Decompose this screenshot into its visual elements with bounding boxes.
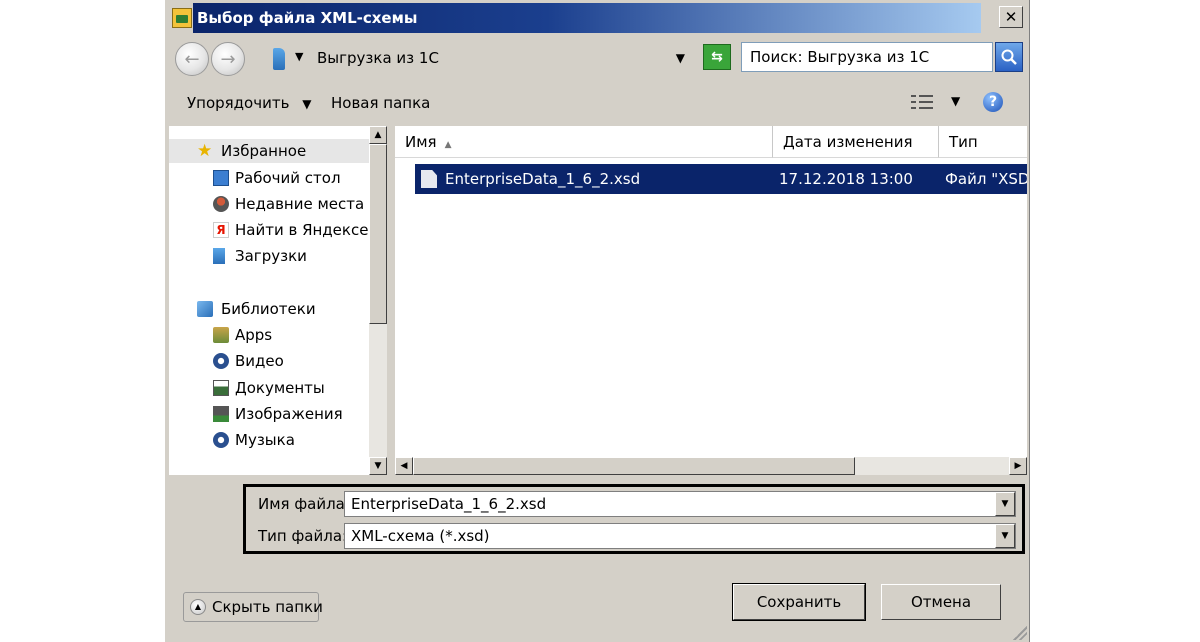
video-icon xyxy=(213,353,229,369)
scroll-down-icon[interactable]: ▼ xyxy=(369,457,387,475)
title-bar: Выбор файла XML-схемы ✕ xyxy=(165,0,1029,36)
address-row: ← → ▼ Выгрузка из 1С ▼ ⇆ Поиск: Выгрузка… xyxy=(165,36,1029,80)
refresh-button[interactable]: ⇆ xyxy=(703,44,731,70)
organize-dropdown-icon: ▼ xyxy=(302,97,312,111)
apps-icon xyxy=(213,327,229,343)
xsd-file-icon xyxy=(421,170,437,188)
table-row[interactable]: EnterpriseData_1_6_2.xsd 17.12.2018 13:0… xyxy=(415,164,1027,194)
navigation-pane: ★ Избранное Рабочий стол Недавние места … xyxy=(169,126,369,475)
sidebar-item-label: Рабочий стол xyxy=(235,169,341,187)
column-header-label: Имя xyxy=(405,133,437,151)
view-options-icon[interactable] xyxy=(911,95,933,109)
libraries-icon xyxy=(197,301,213,317)
address-bar[interactable]: ▼ Выгрузка из 1С ▼ xyxy=(267,44,691,74)
close-button[interactable]: ✕ xyxy=(999,6,1023,28)
file-name: EnterpriseData_1_6_2.xsd xyxy=(445,170,641,188)
scroll-thumb[interactable] xyxy=(369,144,387,324)
column-header-name[interactable]: Имя ▲ xyxy=(395,126,773,158)
organize-button[interactable]: Упорядочить ▼ xyxy=(187,94,311,112)
sidebar-item-label: Найти в Яндексе xyxy=(235,221,369,239)
file-dialog-window: Выбор файла XML-схемы ✕ ← → ▼ Выгрузка и… xyxy=(164,0,1030,642)
app-icon xyxy=(172,8,192,28)
documents-icon xyxy=(213,380,229,396)
sidebar-item-label: Документы xyxy=(235,379,325,397)
sidebar-item-downloads[interactable]: Загрузки xyxy=(169,244,369,268)
yandex-icon: Я xyxy=(213,222,229,238)
images-icon xyxy=(213,406,229,422)
desktop-icon xyxy=(213,170,229,186)
back-button[interactable]: ← xyxy=(175,42,209,76)
column-header-type[interactable]: Тип xyxy=(939,126,1027,158)
filetype-select[interactable]: XML-схема (*.xsd) ▼ xyxy=(344,523,1016,549)
file-list-pane: Имя ▲ Дата изменения Тип EnterpriseData_1… xyxy=(395,126,1027,475)
file-fields-group: Имя файла: EnterpriseData_1_6_2.xsd ▼ Ти… xyxy=(243,484,1025,554)
forward-arrow-icon: → xyxy=(220,48,236,70)
back-arrow-icon: ← xyxy=(184,48,200,70)
view-dropdown-icon[interactable]: ▼ xyxy=(951,94,960,108)
navigation-scrollbar[interactable]: ▲ ▼ xyxy=(369,126,387,475)
hide-folders-label: Скрыть папки xyxy=(212,598,323,616)
sidebar-item-label: Недавние места xyxy=(235,195,365,213)
search-icon xyxy=(1001,49,1017,65)
refresh-icon: ⇆ xyxy=(711,49,723,65)
sidebar-item-label: Музыка xyxy=(235,431,295,449)
collapse-arrow-icon: ▲ xyxy=(190,599,206,615)
forward-button[interactable]: → xyxy=(211,42,245,76)
music-icon xyxy=(213,432,229,448)
scroll-left-icon[interactable]: ◀ xyxy=(395,457,413,475)
cancel-button[interactable]: Отмена xyxy=(881,584,1001,620)
sidebar-item-recent-places[interactable]: Недавние места xyxy=(169,192,369,216)
filetype-value: XML-схема (*.xsd) xyxy=(351,527,490,545)
search-input[interactable]: Поиск: Выгрузка из 1С xyxy=(741,42,993,72)
sidebar-item-libraries[interactable]: Библиотеки xyxy=(169,297,369,321)
file-date: 17.12.2018 13:00 xyxy=(779,170,913,188)
filename-label: Имя файла: xyxy=(258,495,350,513)
sidebar-item-label: Apps xyxy=(235,326,273,344)
scroll-thumb[interactable] xyxy=(413,457,855,475)
filetype-dropdown-icon[interactable]: ▼ xyxy=(995,524,1015,548)
downloads-icon xyxy=(213,248,225,264)
breadcrumb-arrow-icon[interactable]: ▼ xyxy=(295,50,303,63)
sidebar-item-documents[interactable]: Документы xyxy=(169,376,369,400)
filetype-label: Тип файла: xyxy=(258,527,348,545)
sort-ascending-icon: ▲ xyxy=(444,140,452,150)
filename-value: EnterpriseData_1_6_2.xsd xyxy=(351,495,547,513)
address-dropdown-icon[interactable]: ▼ xyxy=(676,51,685,65)
filename-dropdown-icon[interactable]: ▼ xyxy=(995,492,1015,516)
sidebar-item-label: Изображения xyxy=(235,405,343,423)
address-path: Выгрузка из 1С xyxy=(317,49,439,67)
sidebar-item-label: Избранное xyxy=(221,142,307,160)
sidebar-item-desktop[interactable]: Рабочий стол xyxy=(169,166,369,190)
sidebar-item-label: Видео xyxy=(235,352,284,370)
star-icon: ★ xyxy=(197,141,213,161)
toolbar: Упорядочить ▼ Новая папка ▼ ? xyxy=(165,80,1029,124)
resize-grip-icon[interactable] xyxy=(1013,626,1027,640)
sidebar-item-video[interactable]: Видео xyxy=(169,349,369,373)
new-folder-button[interactable]: Новая папка xyxy=(331,94,430,112)
sidebar-item-favorites[interactable]: ★ Избранное xyxy=(169,139,369,163)
hide-folders-button[interactable]: ▲ Скрыть папки xyxy=(183,592,323,622)
column-header-date[interactable]: Дата изменения xyxy=(773,126,939,158)
folder-icon xyxy=(273,48,285,70)
sidebar-item-label: Загрузки xyxy=(235,247,307,265)
save-button[interactable]: Сохранить xyxy=(732,583,866,621)
help-icon[interactable]: ? xyxy=(983,92,1003,112)
filename-field[interactable]: EnterpriseData_1_6_2.xsd ▼ xyxy=(344,491,1016,517)
sidebar-item-images[interactable]: Изображения xyxy=(169,402,369,426)
sidebar-item-label: Библиотеки xyxy=(221,300,316,318)
file-type: Файл "XSD" xyxy=(945,170,1027,188)
search-button[interactable] xyxy=(995,42,1023,72)
window-title: Выбор файла XML-схемы xyxy=(193,3,981,33)
scroll-up-icon[interactable]: ▲ xyxy=(369,126,387,144)
file-list-scrollbar[interactable]: ◀ ▶ xyxy=(395,456,1027,475)
scroll-right-icon[interactable]: ▶ xyxy=(1009,457,1027,475)
sidebar-item-apps[interactable]: Apps xyxy=(169,323,369,347)
recent-places-icon xyxy=(213,196,229,212)
sidebar-item-yandex[interactable]: Я Найти в Яндексе xyxy=(169,218,369,242)
sidebar-item-music[interactable]: Музыка xyxy=(169,428,369,452)
organize-label: Упорядочить xyxy=(187,94,290,112)
